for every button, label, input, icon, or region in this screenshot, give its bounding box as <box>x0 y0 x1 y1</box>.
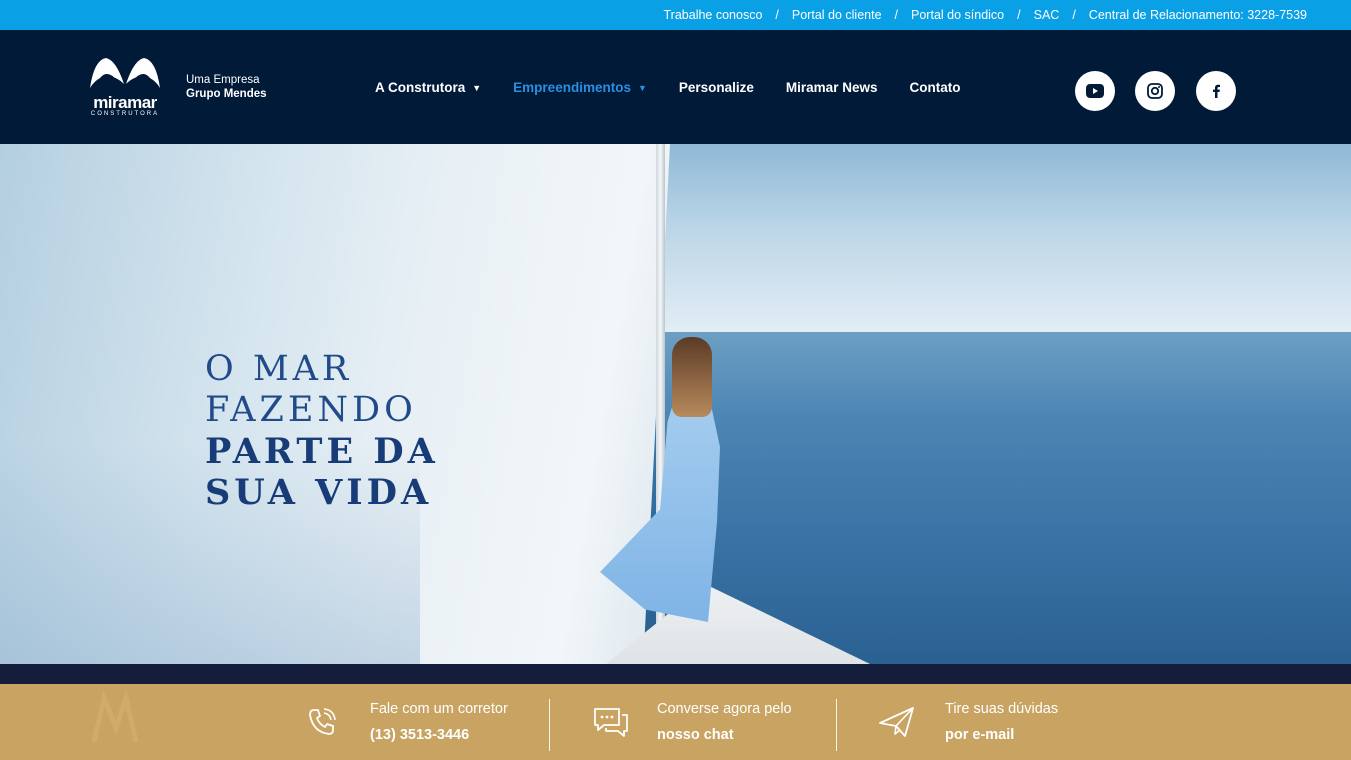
logo-subtitle: CONSTRUTORA <box>90 111 160 117</box>
nav-empreendimentos[interactable]: Empreendimentos ▼ <box>513 80 647 95</box>
cta-divider <box>836 699 837 751</box>
cta-email[interactable]: Tire suas dúvidas por e-mail <box>877 684 1058 760</box>
ghost-logo-icon <box>91 688 139 743</box>
tagline-line1: Uma Empresa <box>186 74 260 86</box>
instagram-icon <box>1147 83 1163 99</box>
separator: / <box>1017 8 1021 22</box>
cta-line2: por e-mail <box>945 727 1015 743</box>
hero-headline: O MAR FAZENDO PARTE DA SUA VIDA <box>205 349 439 513</box>
nav-label: Empreendimentos <box>513 80 631 95</box>
cta-line1: Fale com um corretor <box>370 701 508 717</box>
tagline-line2: Grupo Mendes <box>186 88 267 100</box>
instagram-button[interactable] <box>1135 71 1175 111</box>
cta-divider <box>549 699 550 751</box>
link-portal-cliente[interactable]: Portal do cliente <box>792 8 882 22</box>
headline-line3: PARTE DA <box>205 431 439 472</box>
headline-line2: FAZENDO <box>205 390 417 430</box>
link-portal-sindico[interactable]: Portal do síndico <box>911 8 1004 22</box>
chat-icon <box>591 702 631 742</box>
nav-a-construtora[interactable]: A Construtora ▼ <box>375 80 481 95</box>
hero-banner: O MAR FAZENDO PARTE DA SUA VIDA <box>0 144 1351 664</box>
link-central-relacionamento[interactable]: Central de Relacionamento: 3228-7539 <box>1089 8 1307 22</box>
separator: / <box>775 8 779 22</box>
logo-wordmark: miramar <box>93 93 157 112</box>
nav-label: Contato <box>909 80 961 95</box>
cta-line1: Tire suas dúvidas <box>945 701 1059 717</box>
cta-line1: Converse agora pelo <box>657 701 792 717</box>
headline-line4: SUA VIDA <box>205 472 433 513</box>
facebook-icon <box>1213 84 1220 98</box>
link-trabalhe-conosco[interactable]: Trabalhe conosco <box>664 8 763 22</box>
nav-contato[interactable]: Contato <box>909 80 960 95</box>
chevron-down-icon: ▼ <box>472 82 482 93</box>
separator: / <box>894 8 899 22</box>
nav-label: A Construtora <box>375 80 466 95</box>
facebook-button[interactable] <box>1196 71 1236 111</box>
chevron-down-icon: ▼ <box>637 82 647 93</box>
youtube-button[interactable] <box>1075 71 1115 111</box>
main-nav: A Construtora ▼ Empreendimentos ▼ Person… <box>375 80 992 95</box>
hero-bottom-band <box>0 664 1351 684</box>
tagline: Uma Empresa Grupo Mendes <box>186 73 267 101</box>
cta-fale-corretor[interactable]: Fale com um corretor (13) 3513-3446 <box>302 684 508 760</box>
nav-miramar-news[interactable]: Miramar News <box>786 80 878 95</box>
nav-label: Personalize <box>678 80 754 95</box>
cta-line2: nosso chat <box>657 727 734 743</box>
separator: / <box>1072 8 1076 22</box>
contact-cta-bar: Fale com um corretor (13) 3513-3446 Conv… <box>0 684 1351 760</box>
paper-plane-icon <box>877 702 917 742</box>
phone-icon <box>302 702 342 742</box>
top-utility-bar: Trabalhe conosco / Portal do cliente / P… <box>0 0 1351 30</box>
nav-personalize[interactable]: Personalize <box>679 80 754 95</box>
nav-label: Miramar News <box>785 80 878 95</box>
link-sac[interactable]: SAC <box>1034 8 1060 22</box>
hero-woman-hair <box>672 337 712 417</box>
main-header: miramar CONSTRUTORA Uma Empresa Grupo Me… <box>0 30 1351 144</box>
cta-phone-number: (13) 3513-3446 <box>370 727 470 743</box>
headline-line1: O MAR <box>205 349 353 389</box>
youtube-icon <box>1086 84 1104 98</box>
cta-chat[interactable]: Converse agora pelo nosso chat <box>591 684 792 760</box>
hero-sky <box>660 144 1351 334</box>
